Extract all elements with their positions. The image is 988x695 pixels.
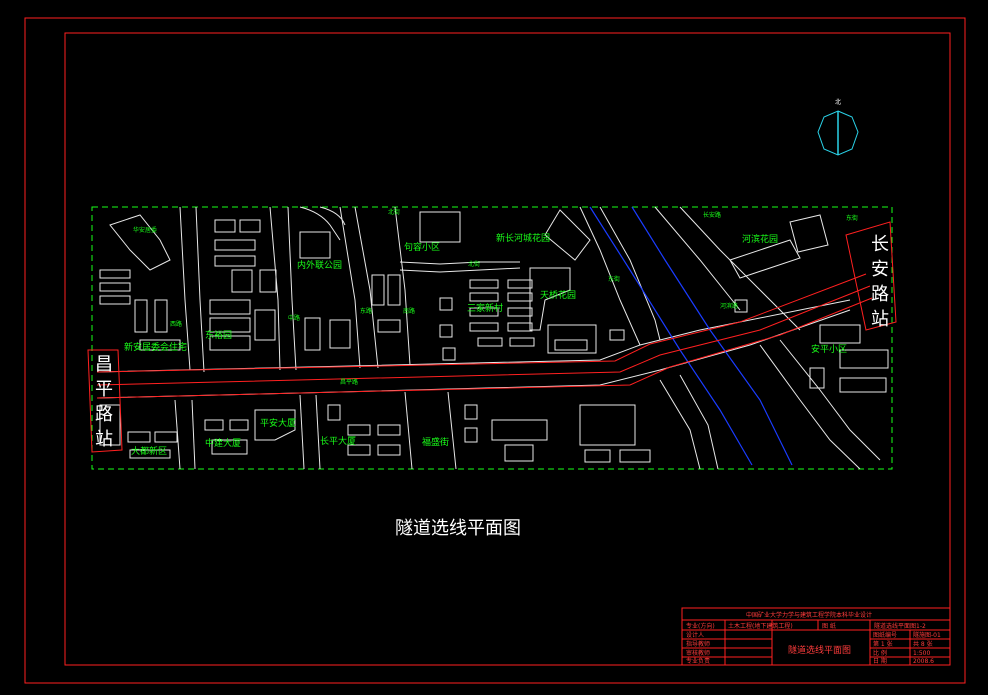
title-block-right-label-2: 第 1 张: [873, 640, 893, 648]
east-station-char-1: 长: [871, 234, 889, 255]
label-garden-3: 天桥花园: [540, 289, 576, 301]
title-block-row1-b: 土木工程(地下建筑工程): [728, 622, 793, 630]
title-block-right-value-4: 2008.6: [913, 658, 934, 665]
title-block-right-value-3: 1:500: [913, 650, 930, 657]
title-block: 中国矿业大学力学与建筑工程学院本科毕业设计 专业(方向) 土木工程(地下建筑工程…: [681, 607, 951, 666]
label-road-3: 中路: [288, 314, 300, 322]
north-arrow-icon: 北: [817, 98, 859, 156]
label-tower-1: 东裕园: [205, 329, 232, 341]
west-station-char-3: 路: [95, 404, 113, 425]
label-district-1: 句容小区: [404, 241, 440, 253]
label-road-6: 北街: [468, 260, 480, 268]
title-block-drawing-name: 隧道选线平面图: [788, 644, 851, 656]
label-neighborhood-sw: 大都新区: [131, 445, 167, 457]
title-block-right-label-3: 比 例: [873, 649, 887, 657]
west-station-char-1: 昌: [95, 354, 113, 375]
label-road-top: 北街: [388, 208, 400, 216]
label-neighborhood-nw: 华安居委: [133, 226, 157, 234]
east-station-char-4: 站: [871, 309, 889, 330]
west-station: 昌 平 路 站: [87, 349, 123, 453]
label-building-1: 平安大厦: [260, 417, 296, 429]
label-road-1: 昌平路: [340, 378, 358, 386]
label-road-9: 东街: [608, 275, 620, 283]
label-building-4: 福盛街: [422, 436, 449, 448]
cad-drawing-canvas: 北 昌 平 路 站 长 安 路 站 华安居委 内外联公园 句容小区 新长河城花园…: [24, 17, 966, 684]
label-building-3: 长平大厦: [320, 435, 356, 447]
title-block-right-label-1: 图纸编号: [873, 631, 897, 639]
west-station-char-4: 站: [95, 429, 113, 450]
label-road-8: 河滨路: [720, 302, 738, 310]
title-block-left-3: 审核教师: [686, 649, 710, 657]
label-housing-1: 新安居委会住宅: [124, 341, 187, 353]
label-garden-2: 河滨花园: [742, 233, 778, 245]
east-station-char-2: 安: [871, 259, 889, 280]
label-road-ne: 东街: [846, 214, 858, 222]
place-labels: 华安居委 内外联公园 句容小区 新长河城花园 河滨花园 东裕园 新安居委会住宅 …: [124, 226, 847, 457]
label-park-1: 内外联公园: [297, 259, 342, 271]
west-station-char-2: 平: [95, 379, 113, 400]
title-block-right-label-4: 日 期: [873, 657, 887, 665]
title-block-left-2: 指导教师: [686, 640, 710, 648]
label-road-4: 东路: [360, 307, 372, 315]
title-block-right-value-1: 隧施图-01: [913, 631, 941, 639]
title-block-row1-c: 图 纸: [822, 622, 836, 630]
label-garden-1: 新长河城花园: [496, 232, 550, 244]
label-village-1: 三家新村: [467, 302, 503, 314]
title-block-left-4: 专业负责: [686, 657, 710, 665]
label-road-2: 西路: [170, 320, 182, 328]
north-label: 北: [835, 98, 841, 106]
label-road-7: 长安路: [703, 211, 721, 219]
title-block-row1-d: 隧道选线平面图1-2: [874, 622, 926, 630]
label-district-2: 安平小区: [811, 343, 847, 355]
label-building-2: 中建大厦: [205, 437, 241, 449]
title-block-left-1: 设计人: [686, 631, 704, 639]
drawing-caption: 隧道选线平面图: [395, 518, 521, 539]
title-block-header: 中国矿业大学力学与建筑工程学院本科毕业设计: [746, 611, 872, 619]
river: [589, 206, 793, 466]
east-station: 长 安 路 站: [845, 221, 897, 331]
title-block-row1-a: 专业(方向): [686, 622, 715, 630]
label-road-5: 南路: [403, 307, 415, 315]
title-block-right-value-2: 共 8 张: [913, 640, 933, 648]
east-station-char-3: 路: [871, 284, 889, 305]
